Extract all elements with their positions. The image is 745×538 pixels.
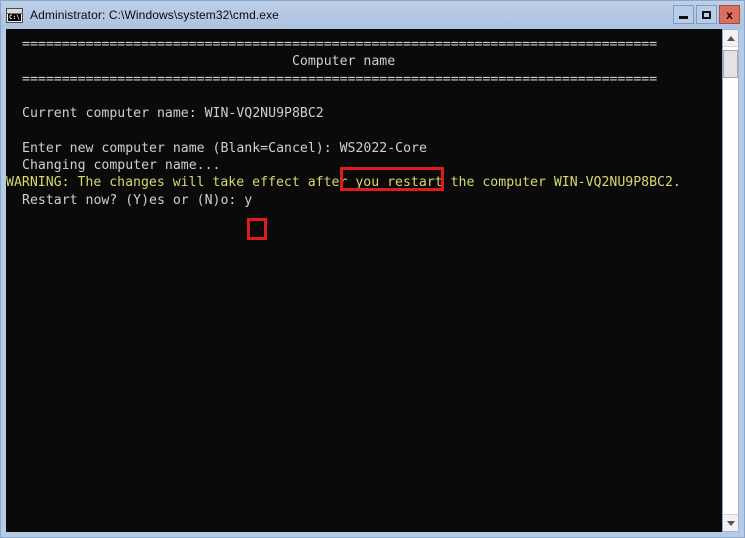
cmd-window: .. C:\ Administrator: C:\Windows\system3… bbox=[0, 0, 745, 538]
chevron-up-icon bbox=[726, 35, 735, 41]
console-line-heading: Computer name bbox=[22, 54, 396, 70]
scrollbar-track[interactable] bbox=[723, 47, 738, 514]
console-line-restart-prompt: Restart now? (Y)es or (N)o: y bbox=[22, 192, 253, 208]
console-line-blank-1 bbox=[6, 88, 681, 105]
close-button[interactable]: x bbox=[719, 5, 740, 24]
console-output[interactable]: ========================================… bbox=[6, 29, 722, 532]
window-body: ========================================… bbox=[1, 29, 744, 537]
maximize-icon bbox=[702, 10, 711, 19]
cmd-icon: .. C:\ bbox=[6, 7, 23, 23]
scrollbar-thumb[interactable] bbox=[723, 50, 738, 78]
highlight-box-restart-answer bbox=[247, 218, 267, 240]
window-controls: x bbox=[673, 5, 740, 24]
console-line-enter-new-name: Enter new computer name (Blank=Cancel): … bbox=[22, 140, 427, 156]
minimize-icon bbox=[679, 16, 688, 19]
cmd-icon-dots: .. bbox=[18, 7, 21, 13]
console-line-changing: Changing computer name... bbox=[22, 158, 221, 174]
window-title: Administrator: C:\Windows\system32\cmd.e… bbox=[30, 8, 279, 22]
title-bar[interactable]: .. C:\ Administrator: C:\Windows\system3… bbox=[1, 1, 744, 29]
chevron-down-icon bbox=[726, 520, 735, 526]
console-line-current-name: Current computer name: WIN-VQ2NU9P8BC2 bbox=[22, 106, 324, 122]
console-line-blank-2 bbox=[6, 122, 681, 139]
console-text: ========================================… bbox=[6, 36, 681, 209]
scrollbar-up-button[interactable] bbox=[723, 30, 738, 47]
console-scrollbar[interactable] bbox=[722, 29, 739, 532]
maximize-button[interactable] bbox=[696, 5, 717, 24]
console-line-sep-bottom: ========================================… bbox=[22, 71, 658, 87]
scrollbar-down-button[interactable] bbox=[723, 514, 738, 531]
console-line-warning: WARNING: The changes will take effect af… bbox=[6, 175, 681, 191]
cmd-icon-screen: C:\ bbox=[8, 13, 21, 21]
console-line-sep-top: ========================================… bbox=[22, 37, 658, 52]
minimize-button[interactable] bbox=[673, 5, 694, 24]
